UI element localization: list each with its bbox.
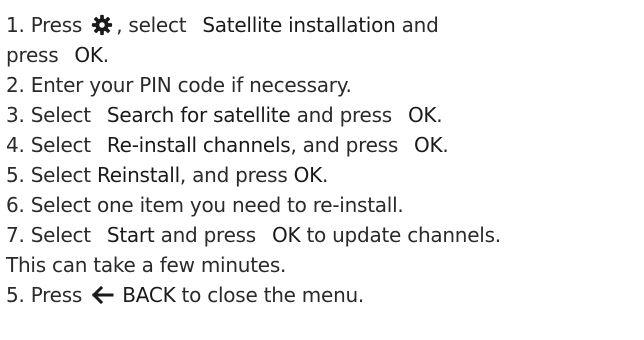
step-8-line: 5. Press BACK to close the menu. (6, 280, 644, 310)
step-7-bold: Start (106, 223, 155, 247)
step-5-bold: Reinstall (97, 163, 180, 187)
step-2-line: 2. Enter your PIN code if necessary. (6, 70, 644, 100)
step-3-mid: and press (296, 103, 393, 127)
step-7-note: This can take a few minutes. (6, 253, 287, 277)
step-8-suffix: to close the menu. (181, 283, 365, 307)
step-1-bold: Satellite installation (202, 13, 396, 37)
step-1-mid: , select (116, 13, 187, 37)
step-1b-bold: OK (74, 43, 103, 67)
step-3-prefix: 3. Select (6, 103, 91, 127)
step-1-prefix: 1. Press (6, 13, 83, 37)
step-3-bold: Search for satellite (106, 103, 291, 127)
step-7-prefix: 7. Select (6, 223, 91, 247)
step-1b-suffix: . (102, 43, 109, 67)
step-7-mid: and press (160, 223, 257, 247)
step-2-text: 2. Enter your PIN code if necessary. (6, 73, 352, 97)
back-arrow-icon (88, 284, 116, 306)
step-7-bold2: OK (271, 223, 301, 247)
step-4-bold2: OK (414, 133, 443, 157)
step-1-line-2: press OK. (6, 40, 644, 70)
step-7-suffix: to update channels. (306, 223, 501, 247)
step-4-line: 4. Select Re-install channels, and press O… (6, 130, 644, 160)
step-5-bold2: OK (293, 163, 323, 187)
step-3-bold2: OK (407, 103, 437, 127)
step-8-prefix: 5. Press (6, 283, 83, 307)
step-5-suffix: . (321, 163, 329, 187)
step-4-suffix: . (442, 133, 449, 157)
step-5-prefix: 5. Select (6, 163, 91, 187)
step-1-line-1: 1. Press , select Satellite installation … (6, 10, 644, 40)
step-3-line: 3. Select Search for satellite and press O… (6, 100, 644, 130)
instructions-document: 1. Press , select Satellite installation … (0, 0, 644, 340)
step-6-line: 6. Select one item you need to re-instal… (6, 190, 644, 220)
step-5-mid: , and press (179, 163, 288, 187)
step-4-mid: , and press (290, 133, 399, 157)
step-7-note-line: This can take a few minutes. (6, 250, 644, 280)
step-4-prefix: 4. Select (6, 133, 91, 157)
step-8-bold: BACK (122, 283, 176, 307)
gear-icon (88, 14, 116, 36)
step-6-text: 6. Select one item you need to re-instal… (6, 193, 404, 217)
step-7-line: 7. Select Start and press OK to update cha… (6, 220, 644, 250)
step-1-suffix: and (401, 13, 439, 37)
step-3-suffix: . (436, 103, 443, 127)
step-5-line: 5. Select Reinstall, and press OK. (6, 160, 644, 190)
step-1b-prefix: press (6, 43, 59, 67)
step-4-bold: Re-install channels (106, 133, 291, 157)
